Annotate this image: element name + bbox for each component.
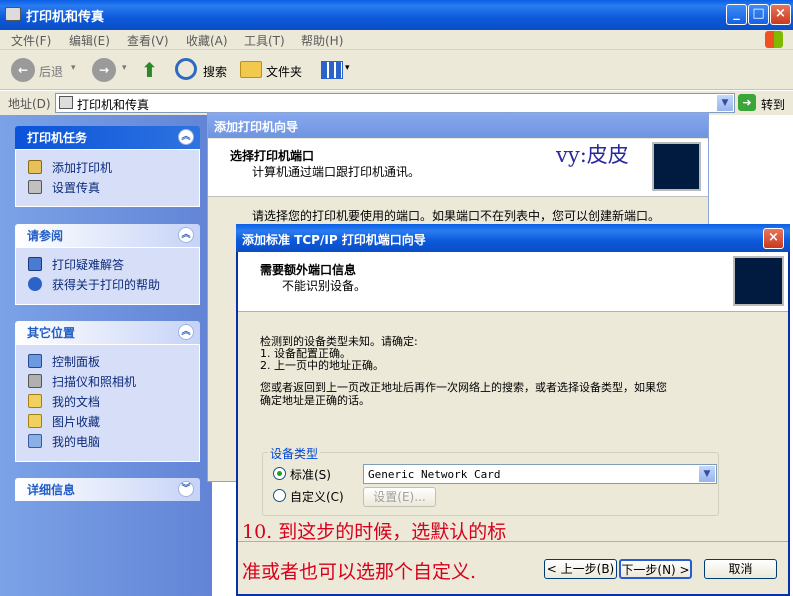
menu-favorites[interactable]: 收藏(A) (186, 32, 228, 49)
other-places-box (15, 344, 200, 462)
collapse-chevron-icon[interactable]: ︽ (178, 129, 194, 145)
search-icon[interactable] (175, 58, 197, 80)
standard-radio-label[interactable]: 标准(S) (290, 466, 331, 483)
select-dropdown-icon[interactable]: ▼ (699, 466, 715, 482)
my-computer-link[interactable]: 我的电脑 (52, 433, 100, 450)
detect-line-3: 2. 上一页中的地址正确。 (260, 359, 384, 372)
help-question-icon (28, 277, 42, 291)
menu-help[interactable]: 帮助(H) (301, 32, 343, 49)
select-port-subheading: 计算机通过端口跟打印机通讯。 (252, 165, 421, 179)
add-printer-wizard-header: 选择打印机端口 计算机通过端口跟打印机通讯。 vy:皮皮 (208, 139, 708, 197)
control-panel-icon (28, 354, 42, 368)
fax-icon (28, 180, 42, 194)
device-type-select[interactable]: Generic Network Card ▼ (363, 464, 717, 484)
scanners-cameras-link[interactable]: 扫描仪和照相机 (52, 373, 136, 390)
printer-wizard-icon (652, 142, 701, 191)
my-computer-icon (28, 434, 42, 448)
add-printer-link[interactable]: 添加打印机 (52, 159, 112, 176)
menu-view[interactable]: 查看(V) (127, 32, 169, 49)
control-panel-link[interactable]: 控制面板 (52, 353, 100, 370)
menu-file[interactable]: 文件(F) (11, 32, 51, 49)
folders-icon[interactable] (240, 61, 262, 78)
scanner-icon (28, 374, 42, 388)
back-button-label[interactable]: 后退 (39, 63, 63, 80)
printer-tasks-title: 打印机任务 (27, 131, 88, 145)
other-places-header[interactable]: 其它位置 ︽ (15, 321, 200, 344)
cancel-button[interactable]: 取消 (704, 559, 777, 579)
my-documents-icon (28, 394, 42, 408)
my-pictures-icon (28, 414, 42, 428)
device-type-label: 设备类型 (268, 445, 321, 462)
explorer-title-bar: 打印机和传真 _ □ × (0, 0, 793, 30)
setup-fax-link[interactable]: 设置传真 (52, 179, 100, 196)
address-value: 打印机和传真 (77, 98, 150, 112)
window-title: 打印机和传真 (26, 10, 105, 25)
tcpip-close-button[interactable]: × (763, 228, 784, 249)
custom-radio-label[interactable]: 自定义(C) (290, 488, 344, 505)
menu-edit[interactable]: 编辑(E) (69, 32, 110, 49)
select-port-heading: 选择打印机端口 (230, 149, 315, 163)
add-printer-wizard-title-bar: 添加打印机向导 (208, 113, 708, 138)
forward-arrow-icon[interactable]: → (92, 58, 116, 82)
next-button[interactable]: 下一步(N) > (619, 559, 692, 579)
tcpip-wizard-header: 需要额外端口信息 不能识别设备。 (238, 252, 788, 312)
extra-port-info-heading: 需要额外端口信息 (260, 263, 357, 277)
detect-line-5: 确定地址是正确的话。 (260, 394, 370, 407)
device-type-group (262, 452, 719, 516)
collapse-chevron-icon[interactable]: ︽ (178, 324, 194, 340)
see-also-header[interactable]: 请参阅 ︽ (15, 224, 200, 247)
address-printer-icon (59, 96, 73, 109)
device-type-select-value: Generic Network Card (368, 468, 501, 481)
go-arrow-icon[interactable]: ➜ (738, 94, 756, 111)
see-also-title: 请参阅 (27, 229, 64, 243)
address-input[interactable]: 打印机和传真 ▼ (55, 93, 735, 113)
views-dropdown-icon[interactable]: ▾ (345, 63, 350, 73)
folders-button-label[interactable]: 文件夹 (266, 63, 302, 80)
up-folder-icon[interactable]: ⬆ (141, 58, 163, 82)
my-documents-link[interactable]: 我的文档 (52, 393, 100, 410)
printer-tasks-header[interactable]: 打印机任务 ︽ (15, 126, 200, 149)
tcpip-wizard-title: 添加标准 TCP/IP 打印机端口向导 (242, 233, 426, 247)
expand-chevron-icon[interactable]: ︾ (178, 481, 194, 497)
select-port-body: 请选择您的打印机要使用的端口。如果端口不在列表中，您可以创建新端口。 (252, 209, 661, 223)
go-button-label[interactable]: 转到 (761, 96, 785, 113)
address-dropdown-icon[interactable]: ▼ (717, 95, 733, 111)
details-title: 详细信息 (27, 483, 76, 497)
toolbar: ← 后退 ▾ → ▾ ⬆ 搜索 文件夹 ▾ (0, 50, 793, 90)
other-places-title: 其它位置 (27, 326, 76, 340)
add-printer-wizard-title: 添加打印机向导 (214, 120, 299, 134)
collapse-chevron-icon[interactable]: ︽ (178, 227, 194, 243)
my-pictures-link[interactable]: 图片收藏 (52, 413, 100, 430)
menu-tools[interactable]: 工具(T) (244, 32, 285, 49)
tcpip-wizard-title-bar: 添加标准 TCP/IP 打印机端口向导 × (236, 224, 790, 252)
watermark-text: vy:皮皮 (556, 143, 629, 167)
tutorial-annotation-line-1: 10. 到这步的时候，选默认的标 (242, 521, 507, 543)
views-icon[interactable] (321, 61, 343, 79)
back-button[interactable]: < 上一步(B) (544, 559, 617, 579)
standard-radio[interactable] (273, 467, 286, 480)
details-header[interactable]: 详细信息 ︾ (15, 478, 200, 501)
menu-bar: 文件(F) 编辑(E) 查看(V) 收藏(A) 工具(T) 帮助(H) (0, 30, 793, 50)
back-arrow-icon[interactable]: ← (11, 58, 35, 82)
printer-folder-icon (5, 7, 21, 21)
printer-tasks-box (15, 149, 200, 207)
troubleshoot-link[interactable]: 打印疑难解答 (52, 256, 124, 273)
minimize-button[interactable]: _ (726, 4, 747, 25)
custom-radio[interactable] (273, 489, 286, 502)
windows-logo-icon (765, 31, 783, 48)
back-dropdown-icon[interactable]: ▾ (71, 63, 76, 73)
help-book-icon (28, 257, 42, 271)
settings-button[interactable]: 设置(E)... (363, 487, 436, 507)
add-printer-icon (28, 160, 42, 174)
tutorial-annotation-line-2: 准或者也可以选那个自定义. (242, 561, 477, 583)
tcpip-printer-icon (733, 256, 784, 306)
printing-help-link[interactable]: 获得关于打印的帮助 (52, 276, 160, 293)
search-button-label[interactable]: 搜索 (203, 63, 227, 80)
device-unknown-subheading: 不能识别设备。 (282, 279, 367, 293)
forward-dropdown-icon[interactable]: ▾ (122, 63, 127, 73)
address-label: 地址(D) (8, 97, 51, 111)
maximize-button[interactable]: □ (748, 4, 769, 25)
close-button[interactable]: × (770, 4, 791, 25)
